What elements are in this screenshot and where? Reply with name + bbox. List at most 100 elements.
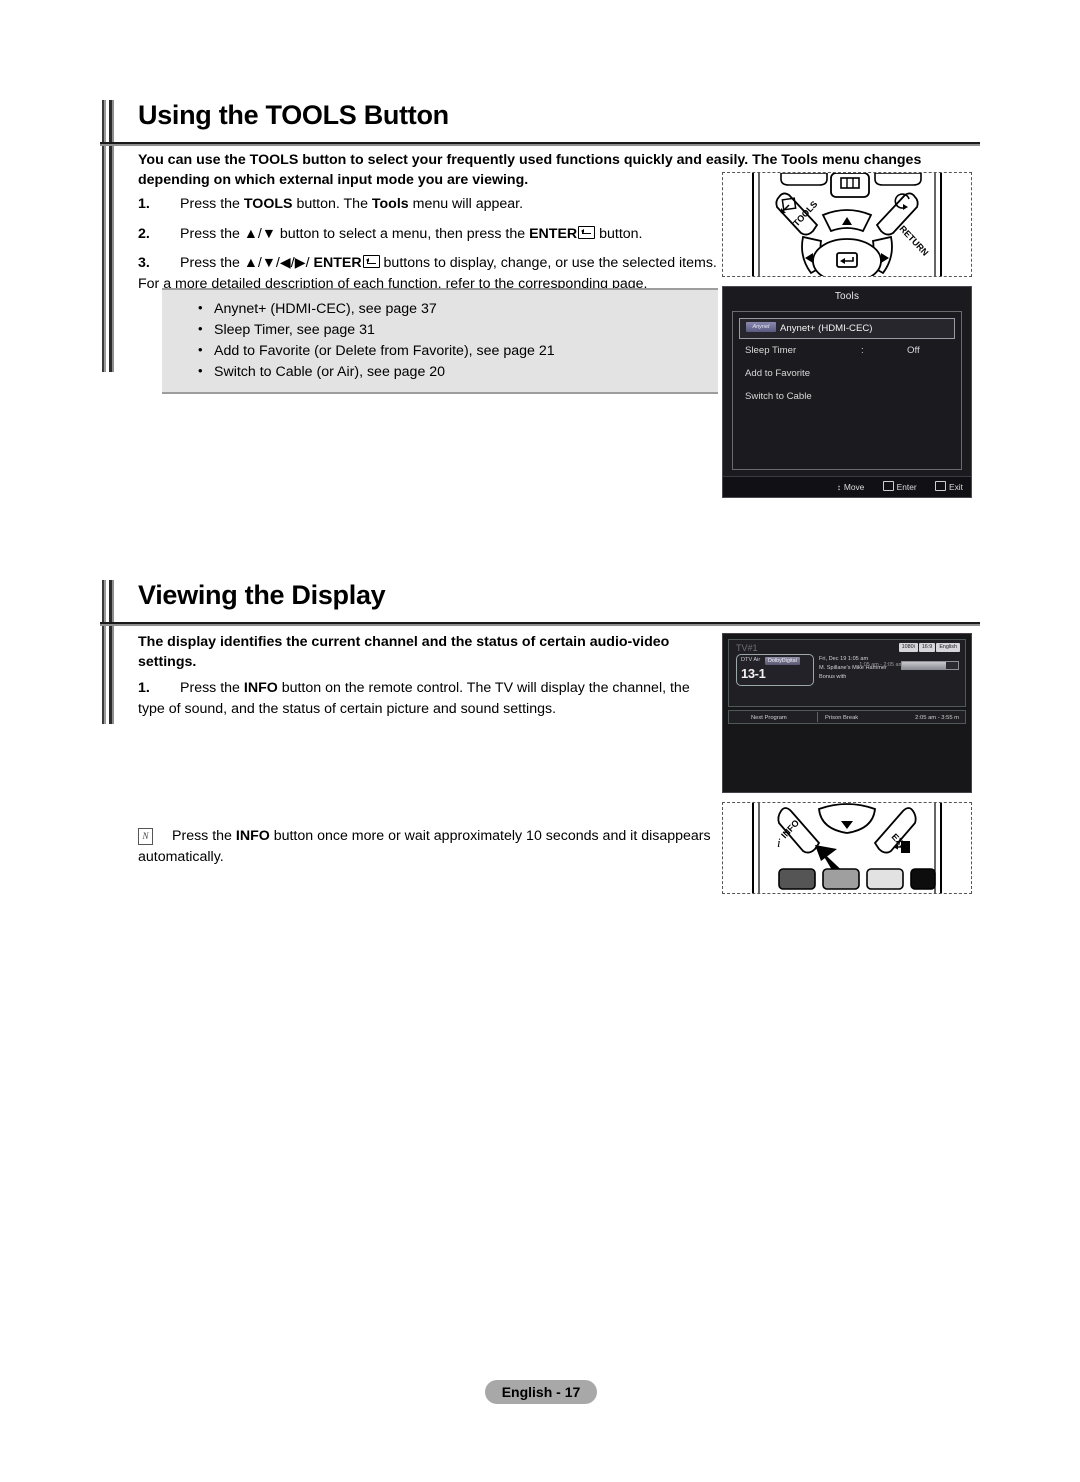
step-text-bold: INFO: [243, 680, 278, 696]
list-item: Switch to Cable (or Air), see page 20: [196, 361, 718, 383]
step-item: 1. Press the INFO button on the remote c…: [138, 678, 718, 719]
svg-text:i: i: [777, 835, 781, 850]
note-text-pre: Press the: [172, 828, 236, 844]
exit-button-icon: EXIT: [873, 807, 917, 854]
note-text: Press the INFO button once more or wait …: [138, 828, 711, 865]
status-badge: 16:9: [918, 643, 936, 652]
osd-colon: :: [861, 345, 864, 356]
color-key-red: [778, 868, 816, 890]
osd-menu-item-label: Switch to Cable: [745, 391, 812, 402]
list-item: Anynet+ (HDMI-CEC), see page 37: [196, 298, 718, 320]
section-intro-text: The display identifies the current chann…: [138, 634, 670, 671]
step-text-mid: button. The: [292, 196, 372, 212]
source-label: DTV Air: [741, 657, 761, 663]
manual-page: Using the TOOLS Button You can use the T…: [0, 0, 1080, 1482]
tv-name-label: TV#1: [736, 643, 758, 653]
osd-hint-exit: Exit: [935, 477, 963, 497]
step-text: Press the INFO button on the remote cont…: [138, 680, 690, 717]
remote-control-info-figure: INFO i EXIT: [722, 802, 972, 894]
note-info-button: N Press the INFO button once more or wai…: [138, 826, 718, 867]
program-progress-bar: [901, 661, 959, 670]
enter-key-icon: [578, 225, 596, 239]
step-text-bold2: Tools: [371, 196, 409, 212]
program-subtitle: Bonus with: [819, 674, 847, 680]
section-accent-bars: [100, 100, 122, 146]
section-rule: [100, 142, 980, 146]
osd-hint-enter: Enter: [882, 477, 917, 497]
dolby-digital-badge: DolbyDigital: [765, 657, 800, 665]
step-text-post: menu will appear.: [408, 196, 524, 212]
osd-menu-item-value: Off: [907, 345, 920, 356]
channel-box: DTV Air DolbyDigital 13-1: [736, 654, 814, 686]
section-header: Using the TOOLS Button: [100, 100, 980, 146]
tools-button-icon: TOOLS: [775, 192, 819, 236]
program-meta: Fri, Dec 19 1:05 am M. Spillane's Mike H…: [819, 655, 887, 682]
step-text-pre: Press the ▲/▼/◀/▶/: [180, 255, 314, 272]
osd-hint-enter-label: Enter: [896, 482, 917, 492]
tools-menu-items-list: Anynet+ (HDMI-CEC), see page 37 Sleep Ti…: [162, 290, 718, 392]
steps-list: 1. Press the INFO button on the remote c…: [138, 678, 718, 728]
step-text-bold: TOOLS: [243, 196, 293, 212]
divider: [817, 712, 818, 722]
next-program-row: Next Program Prison Break 2:05 am - 3:55…: [728, 710, 966, 724]
osd-menu-item-add-to-favorite[interactable]: Add to Favorite: [739, 362, 955, 385]
note-text-bold: INFO: [235, 828, 270, 844]
section-viewing-the-display: Viewing the Display: [100, 580, 980, 626]
next-program-title: Prison Break: [825, 715, 859, 721]
color-key-blue: [910, 868, 936, 890]
step-text-pre: Press the: [180, 680, 244, 696]
osd-hint-move: ↕ Move: [837, 477, 864, 497]
step-text-post: button.: [595, 225, 643, 242]
osd-title: Tools: [834, 291, 860, 302]
osd-menu-item-switch-to-cable[interactable]: Switch to Cable: [739, 385, 955, 408]
color-key-green: [822, 868, 860, 890]
list-item: Sleep Timer, see page 31: [196, 319, 718, 341]
status-badge: 1080i: [898, 643, 918, 652]
step-text-bold: ENTER: [529, 225, 578, 242]
channel-number: 13-1: [741, 666, 766, 681]
enter-key-icon: [882, 481, 894, 491]
list-item: Add to Favorite (or Delete from Favorite…: [196, 340, 718, 362]
color-key-yellow: [866, 868, 904, 890]
step-text: Press the ▲/▼/◀/▶/ ENTER buttons to disp…: [138, 255, 717, 292]
step-text-bold: ENTER: [313, 255, 362, 272]
step-text-pre: Press the ▲/▼ button to select a menu, t…: [180, 225, 530, 242]
info-banner-screenshot: TV#1 DTV Air DolbyDigital 13-1 Fri, Dec …: [722, 633, 972, 793]
section-header: Viewing the Display: [100, 580, 980, 626]
remote-control-illustration: TOOLS RETURN: [752, 172, 942, 284]
body-accent-bars: [100, 146, 122, 372]
next-program-time: 2:05 am - 3:55 m: [915, 715, 959, 721]
anynet-logo-icon: Anynet: [746, 322, 776, 332]
remote-control-tools-figure: TOOLS RETURN: [722, 172, 972, 284]
osd-hint-exit-label: Exit: [949, 482, 963, 492]
page-footer-label: English - 17: [485, 1380, 597, 1404]
osd-menu-item-label: Anynet+ (HDMI-CEC): [780, 323, 873, 334]
osd-menu-item-sleep-timer[interactable]: Sleep Timer : Off: [739, 339, 955, 362]
status-badges: 1080i 16:9 English: [898, 643, 960, 652]
osd-menu-item-label: Sleep Timer: [745, 345, 797, 356]
osd-hint-move-label: Move: [843, 482, 865, 492]
osd-menu-item-anynet[interactable]: Anynet Anynet+ (HDMI-CEC): [739, 318, 955, 339]
step-number: 3.: [138, 255, 150, 272]
step-item: 2. Press the ▲/▼ button to select a menu…: [138, 224, 718, 245]
step-text-pre: Press the: [180, 196, 244, 212]
steps-list: 1. Press the TOOLS button. The Tools men…: [138, 194, 718, 303]
next-program-label: Next Program: [751, 715, 787, 721]
step-number: 1.: [138, 680, 150, 696]
step-item: 1. Press the TOOLS button. The Tools men…: [138, 194, 718, 215]
enter-key-icon: [362, 255, 380, 269]
step-number: 1.: [138, 196, 150, 212]
svg-text:RETURN: RETURN: [898, 224, 931, 258]
step-text: Press the ▲/▼ button to select a menu, t…: [180, 225, 643, 242]
dpad-enter-button-icon: [812, 238, 882, 284]
info-banner-main: TV#1 DTV Air DolbyDigital 13-1 Fri, Dec …: [728, 639, 966, 707]
osd-footer-hints: ↕ Move Enter Exit: [723, 476, 971, 497]
osd-menu-panel: Anynet Anynet+ (HDMI-CEC) Sleep Timer : O…: [732, 311, 962, 470]
section-rule: [100, 622, 980, 626]
tools-menu-items-box: Anynet+ (HDMI-CEC), see page 37 Sleep Ti…: [162, 288, 718, 394]
remote-control-illustration: INFO i EXIT: [752, 803, 942, 893]
updown-arrow-icon: ↕: [836, 483, 841, 492]
section-using-the-tools-button: Using the TOOLS Button: [100, 100, 980, 146]
section-accent-bars: [100, 580, 122, 626]
exit-key-icon: [935, 481, 947, 491]
